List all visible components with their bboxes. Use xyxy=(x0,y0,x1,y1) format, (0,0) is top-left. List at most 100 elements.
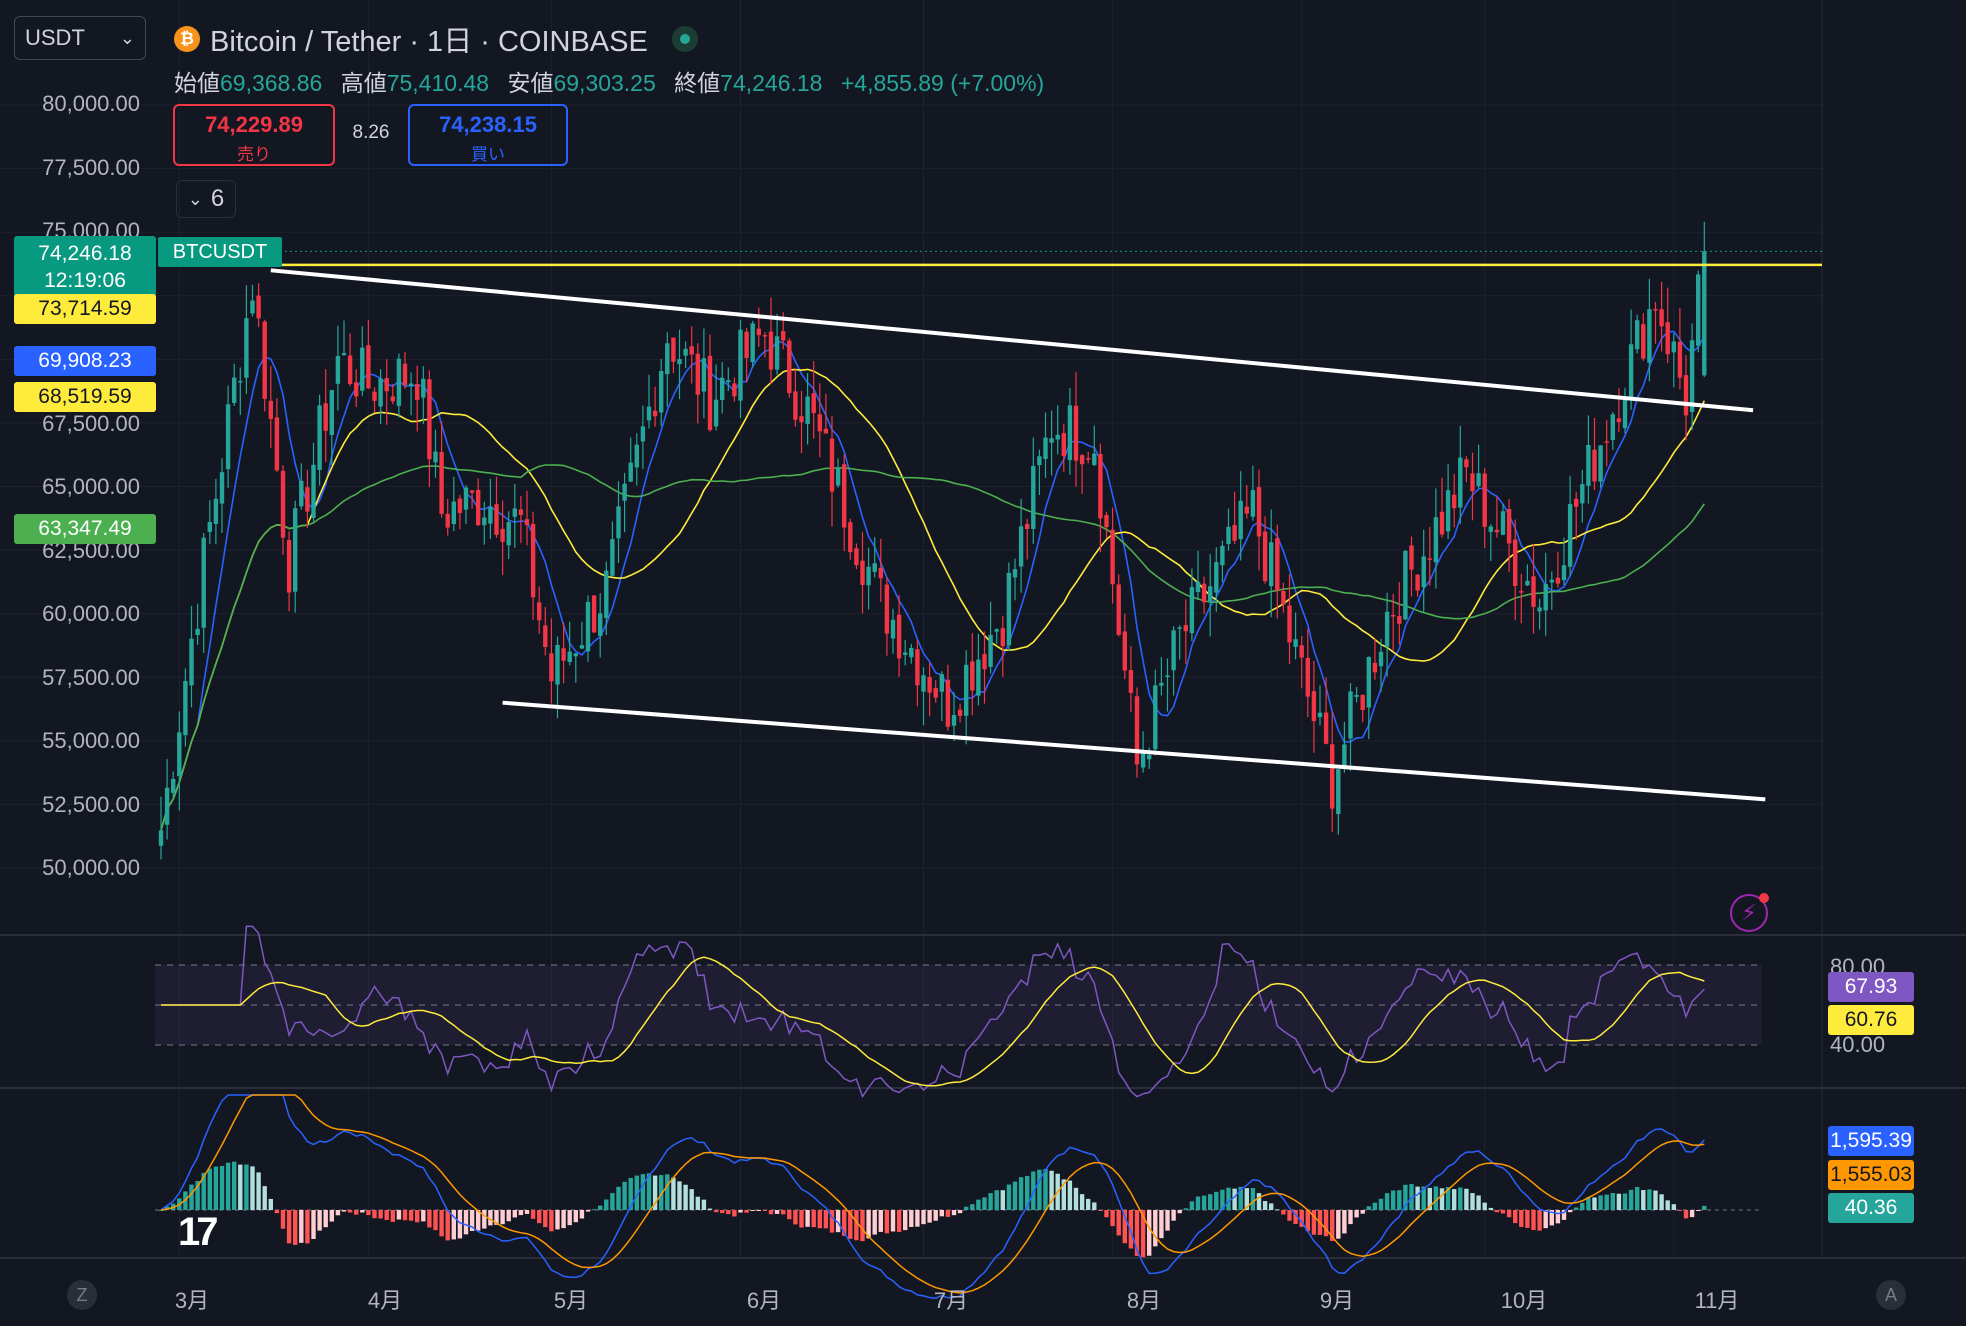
macd-hist-bar xyxy=(970,1204,975,1210)
chevron-down-icon: ⌄ xyxy=(187,188,203,209)
candle-body xyxy=(1494,529,1500,533)
alerts-bolt-icon[interactable]: ⚡ xyxy=(1730,893,1769,932)
macd-hist-tag: 40.36 xyxy=(1828,1193,1914,1223)
macd-hist-bar xyxy=(561,1210,566,1229)
indicators-toggle-button[interactable]: ⌄ 6 xyxy=(176,180,236,218)
macd-hist-bar xyxy=(1665,1200,1670,1210)
macd-hist-bar xyxy=(1098,1210,1103,1211)
auto-scale-button[interactable]: A xyxy=(1876,1280,1906,1310)
buy-button[interactable]: 74,238.15 買い xyxy=(408,104,568,166)
candle-body xyxy=(793,391,798,420)
candle-body xyxy=(500,528,505,542)
candle-body xyxy=(543,625,548,648)
candle-body xyxy=(341,353,347,356)
candle-body xyxy=(1256,487,1262,537)
macd-hist-bar xyxy=(262,1186,267,1210)
low-label: 安値 xyxy=(507,70,554,96)
candle-body xyxy=(1525,580,1530,586)
candle-body xyxy=(689,346,694,355)
candle-body xyxy=(1183,625,1188,632)
macd-hist-bar xyxy=(622,1181,627,1210)
macd-hist-bar xyxy=(1683,1210,1689,1219)
macd-hist-bar xyxy=(421,1210,426,1222)
macd-hist-bar xyxy=(1537,1210,1542,1231)
macd-hist-bar xyxy=(677,1181,682,1210)
chart-title[interactable]: ₿ Bitcoin / Tether · 1日 · COINBASE xyxy=(174,18,698,60)
market-status-icon[interactable] xyxy=(671,26,698,52)
candle-body xyxy=(842,464,847,528)
macd-hist-bar xyxy=(933,1210,938,1221)
candle-body xyxy=(286,540,292,593)
candle-body xyxy=(1305,657,1310,697)
macd-hist-bar xyxy=(909,1210,914,1227)
macd-hist-bar xyxy=(1622,1193,1628,1210)
macd-hist-bar xyxy=(463,1210,469,1235)
bar-countdown: 12:19:06 xyxy=(44,269,126,292)
macd-hist-bar xyxy=(793,1210,798,1225)
current-price: 74,246.18 xyxy=(38,242,132,265)
candle-body xyxy=(579,645,585,649)
candle-body xyxy=(1409,545,1414,570)
candle-body xyxy=(1244,506,1249,514)
candle-body xyxy=(835,467,841,486)
candle-body xyxy=(1122,631,1127,671)
macd-hist-bar xyxy=(537,1210,542,1224)
sell-button[interactable]: 74,229.89 売り xyxy=(173,104,335,166)
resistance-price-tag: 73,714.59 xyxy=(14,294,156,324)
macd-hist-bar xyxy=(1696,1210,1701,1212)
candle-body xyxy=(561,648,566,661)
candle-body xyxy=(1482,473,1487,527)
macd-hist-bar xyxy=(951,1210,957,1216)
candle-body xyxy=(494,504,499,535)
zoom-button[interactable]: Z xyxy=(67,1280,97,1310)
candle-body xyxy=(421,378,426,398)
candle-body xyxy=(1592,449,1597,482)
candle-body xyxy=(634,444,639,468)
macd-hist-bar xyxy=(805,1210,810,1227)
candle-body xyxy=(1513,539,1518,587)
candle-body xyxy=(854,548,859,566)
macd-hist-bar xyxy=(616,1186,621,1210)
macd-hist-bar xyxy=(799,1210,804,1228)
candle-body xyxy=(781,331,786,341)
candle-body xyxy=(1647,309,1652,363)
candle-body xyxy=(774,336,780,370)
candle-body xyxy=(1683,375,1689,416)
symbol-currency-select[interactable]: USDT ⌄ xyxy=(14,16,146,60)
candle-body xyxy=(1506,509,1512,544)
candle-body xyxy=(402,363,408,386)
ma-fast-price-tag: 69,908.23 xyxy=(14,346,156,376)
high-label: 高値 xyxy=(340,70,387,96)
macd-hist-bar xyxy=(1415,1186,1420,1210)
candle-body xyxy=(1159,682,1164,686)
macd-hist-bar xyxy=(750,1210,755,1211)
candle-body xyxy=(701,358,707,392)
macd-hist-bar xyxy=(1458,1187,1463,1210)
candle-body xyxy=(1616,418,1622,423)
candle-body xyxy=(1354,695,1359,697)
open-label: 始値 xyxy=(174,70,220,96)
candle-body xyxy=(994,629,999,632)
macd-hist-bar xyxy=(1653,1190,1658,1210)
candle-body xyxy=(1226,526,1231,544)
candle-body xyxy=(738,329,743,401)
macd-hist-bar xyxy=(683,1184,688,1210)
candle-body xyxy=(433,451,438,463)
candle-body xyxy=(1238,500,1243,540)
macd-hist-bar xyxy=(213,1166,219,1210)
month-label: 11月 xyxy=(1694,1288,1740,1313)
buy-label: 買い xyxy=(471,145,505,164)
macd-hist-bar xyxy=(1476,1195,1481,1210)
candle-body xyxy=(726,380,731,383)
macd-hist-bar xyxy=(1171,1210,1176,1221)
month-label: 8月 xyxy=(1126,1288,1162,1313)
candle-body xyxy=(1287,605,1292,643)
candle-body xyxy=(1561,565,1567,581)
macd-hist-bar xyxy=(921,1210,926,1225)
chart-canvas[interactable] xyxy=(0,0,1966,1326)
candle-body xyxy=(1433,517,1439,563)
macd-hist-bar xyxy=(665,1174,670,1210)
candle-body xyxy=(1232,525,1237,541)
candle-body xyxy=(1330,744,1335,809)
macd-hist-bar xyxy=(207,1168,212,1210)
